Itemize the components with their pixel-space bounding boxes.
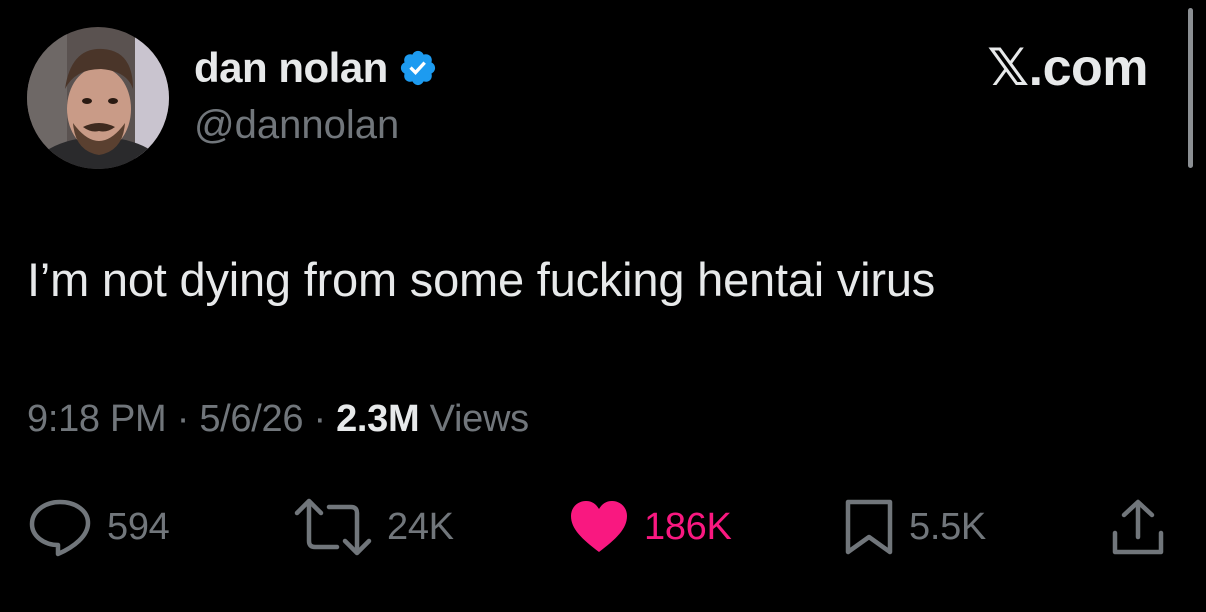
repost-count: 24K bbox=[387, 505, 454, 548]
tweet-text: I’m not dying from some fucking hentai v… bbox=[27, 253, 936, 306]
share-icon bbox=[1112, 499, 1164, 555]
reply-count: 594 bbox=[107, 505, 170, 548]
brand-logo: 𝕏.com bbox=[987, 39, 1148, 97]
bookmark-count: 5.5K bbox=[909, 505, 986, 548]
share-button[interactable] bbox=[1109, 497, 1167, 557]
reply-icon bbox=[29, 499, 91, 557]
like-count: 186K bbox=[644, 505, 732, 548]
like-button[interactable]: 186K bbox=[568, 497, 732, 557]
bookmark-icon bbox=[845, 499, 893, 555]
display-name[interactable]: dan nolan bbox=[194, 44, 388, 92]
avatar-photo bbox=[27, 27, 169, 169]
reply-button[interactable]: 594 bbox=[27, 497, 170, 557]
meta-separator: · bbox=[176, 398, 190, 440]
tweet-date[interactable]: 5/6/26 bbox=[199, 398, 303, 440]
author-handle[interactable]: @dannolan bbox=[194, 103, 399, 148]
scrollbar[interactable] bbox=[1188, 8, 1193, 168]
meta-separator: · bbox=[313, 398, 326, 440]
repost-icon bbox=[294, 498, 372, 556]
tweet-meta: 9:18 PM · 5/6/26 · 2.3M Views bbox=[27, 398, 529, 441]
views-label: Views bbox=[429, 398, 529, 440]
heart-icon bbox=[571, 501, 627, 552]
author-name-row[interactable]: dan nolan bbox=[194, 40, 438, 96]
verified-badge-icon bbox=[398, 48, 438, 88]
tweet-time[interactable]: 9:18 PM bbox=[27, 398, 167, 440]
bookmark-button[interactable]: 5.5K bbox=[843, 497, 986, 557]
views-count: 2.3M bbox=[336, 398, 420, 440]
repost-button[interactable]: 24K bbox=[293, 497, 454, 557]
avatar[interactable] bbox=[27, 27, 169, 169]
